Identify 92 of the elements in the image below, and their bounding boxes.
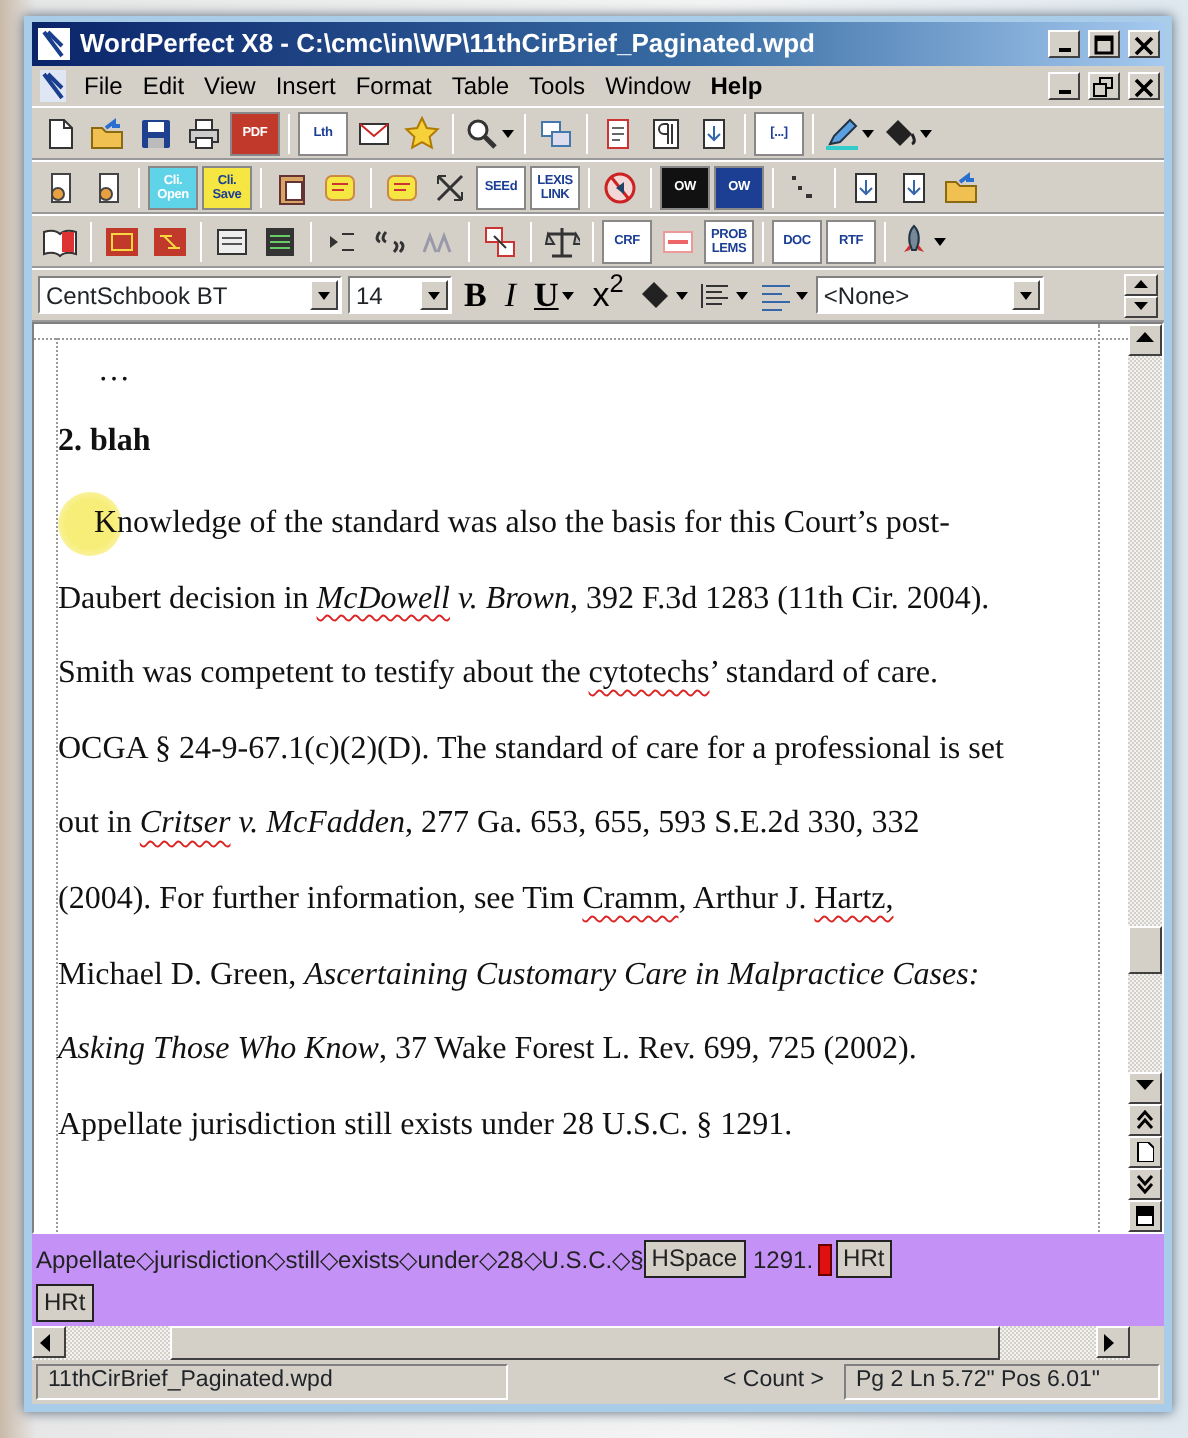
paragraph-line: Appellate jurisdiction still exists under 28 U.S.C. § 1291. [58, 1105, 795, 1146]
underline-button[interactable]: U [528, 273, 581, 317]
bold-button[interactable]: B [458, 273, 493, 317]
printer-icon [186, 115, 222, 151]
folder-icon [944, 169, 980, 205]
close-icon [1132, 33, 1156, 55]
scroll-left-button[interactable] [32, 1326, 66, 1358]
pen-icon [824, 115, 860, 151]
paragraph-line: Asking Those Who Know, 37 Wake Forest L. Rev. 699, 725 (2002). [58, 1030, 919, 1071]
ellipsis-text: … [96, 352, 132, 392]
scale-icon [544, 223, 580, 259]
close-icon [1132, 75, 1156, 97]
tile-icon [322, 169, 358, 205]
scroll-thumb[interactable] [1128, 926, 1162, 974]
folder-icon [90, 115, 126, 151]
paragraph-line: out in Critser v. McFadden, 277 Ga. 653, 655, 593 S.E.2d 330, 332 [58, 804, 922, 845]
menu-item[interactable]: File [76, 68, 131, 104]
scroll-down-button[interactable] [1124, 295, 1158, 317]
scroll-thumb[interactable] [170, 1326, 1000, 1360]
caret-icon [675, 291, 688, 299]
font-dropdown[interactable]: CentSchbook BT [38, 276, 342, 314]
app-icon [36, 26, 72, 62]
down-arrow-icon [1134, 302, 1148, 310]
star-icon [404, 115, 440, 151]
paragraph-line: Daubert decision in McDowell v. Brown, 392 F.3d 1283 (11th Cir. 2004). [58, 579, 992, 620]
format-code[interactable]: HRt [36, 1284, 94, 1322]
clipboard-icon [274, 169, 310, 205]
menu-item[interactable]: Insert [267, 68, 344, 104]
document-icon [36, 68, 72, 104]
caret-icon [318, 291, 330, 299]
format-code[interactable]: HSpace [643, 1240, 745, 1278]
magnifier-icon [464, 115, 500, 151]
superscript-button[interactable]: x$^{2}$ [586, 273, 630, 317]
minimize-button[interactable] [1048, 30, 1080, 58]
previous-page-icon [1136, 1110, 1154, 1130]
bucket-icon [882, 115, 918, 151]
scroll-up-button[interactable] [1128, 324, 1162, 356]
nosign-icon [602, 169, 638, 205]
menu-item[interactable]: View [196, 68, 264, 104]
close-button[interactable] [1128, 72, 1160, 100]
link-icon [482, 223, 518, 259]
size-grip [1130, 1326, 1164, 1360]
paragraph-line: Smith was competent to testify about the cytotechs’ standard of care. [58, 654, 941, 695]
page-icon [1136, 1142, 1154, 1162]
paragraph-icon [648, 115, 684, 151]
style-dropdown[interactable]: <None> [815, 276, 1044, 314]
split-button[interactable] [1128, 1200, 1162, 1232]
maximize-icon [1092, 33, 1116, 55]
caret-icon [795, 291, 808, 299]
menu-item[interactable]: Format [347, 68, 440, 104]
format-code[interactable]: HRt [835, 1240, 893, 1278]
reveal-code-text: 1291. [753, 1243, 814, 1277]
cursor-block [817, 1243, 832, 1275]
paragraph-line: (2004). For further information, see Tim Cramm, Arthur J. Hartz, [58, 879, 896, 920]
arrows-icon [432, 169, 468, 205]
paragraph-line: OCGA § 24-9-67.1(c)(2)(D). The standard of care for a professional is set [58, 729, 1006, 770]
menu-item[interactable]: Tools [521, 68, 594, 104]
caret-icon [1019, 291, 1032, 299]
split-icon [1136, 1206, 1154, 1226]
status-filename: 11thCirBrief_Paginated.wpd [36, 1364, 508, 1400]
previous-page-button[interactable] [1128, 1104, 1162, 1136]
size-dropdown[interactable]: 14 [348, 276, 452, 314]
scroll-up-button[interactable] [1124, 273, 1158, 295]
tile-icon [384, 169, 420, 205]
scroll-down-button[interactable] [1128, 1072, 1162, 1104]
minimize-icon [1057, 48, 1071, 52]
bucket-icon [637, 277, 674, 313]
status-position: Pg 2 Ln 5.72" Pos 6.01" [844, 1364, 1160, 1400]
window-title: WordPerfect X8 - C:\cmc\in\WP\11thCirBrief_Paginated.wpd [80, 26, 817, 63]
restore-icon [1092, 75, 1116, 97]
close-button[interactable] [1128, 30, 1160, 58]
minimize-icon [1057, 90, 1071, 94]
menu-item[interactable]: Table [443, 68, 518, 104]
restore-button[interactable] [1088, 72, 1120, 100]
section-heading: 2. blah [58, 422, 153, 462]
caret-icon [428, 291, 440, 299]
italic-button[interactable]: I [498, 273, 523, 317]
count-button[interactable]: < Count > [516, 1364, 836, 1400]
menu-item[interactable]: Edit [134, 68, 193, 104]
reveal-code-text: Appellate◇jurisdiction◇still◇exists◇under◇28◇U.S.C.◇§ [36, 1243, 644, 1277]
paragraph-line: Michael D. Green, Ascertaining Customary Care in Malpractice Cases: [58, 955, 982, 996]
next-page-icon [1136, 1174, 1154, 1194]
scroll-right-button[interactable] [1096, 1326, 1130, 1358]
next-page-button[interactable] [1128, 1168, 1162, 1200]
minimize-button[interactable] [1048, 72, 1080, 100]
page-button[interactable] [1128, 1136, 1162, 1168]
menu-item[interactable]: Window [597, 68, 699, 104]
caret-icon [735, 291, 748, 299]
up-arrow-icon [1134, 280, 1148, 288]
windows-icon [538, 115, 574, 151]
menu-item[interactable]: Help [702, 68, 771, 104]
maximize-button[interactable] [1088, 30, 1120, 58]
